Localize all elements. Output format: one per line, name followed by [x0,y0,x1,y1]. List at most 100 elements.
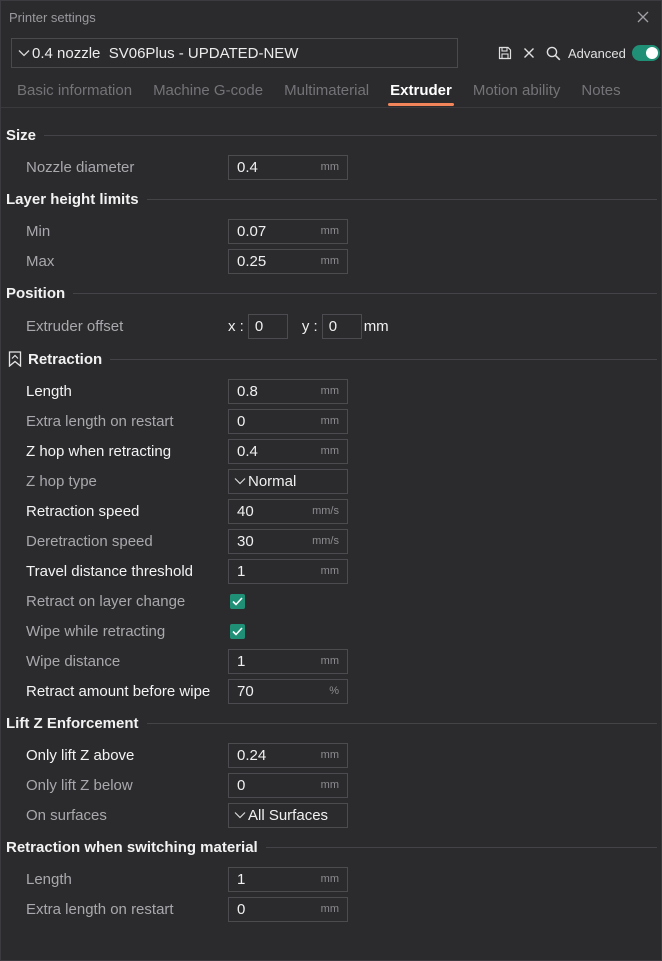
offset-x-input[interactable]: 0 [247,313,288,339]
max-layer-height-input[interactable]: 0.25 mm [228,248,348,274]
field-unit: mm [320,779,339,791]
lift-z-below-input[interactable]: 0 mm [228,772,348,798]
max-label: Max [26,252,55,270]
field-unit: mm/s [312,505,339,517]
preset-dropdown[interactable]: 0.4 nozzle SV06Plus - UPDATED-NEW [11,38,458,68]
z-hop-label: Z hop when retracting [26,442,172,460]
printer-settings-window: Printer settings 0.4 nozzle SV06Plus - U… [0,0,662,961]
extruder-offset-label: Extruder offset [26,317,124,335]
field-unit: mm [320,655,339,667]
min-layer-height-input[interactable]: 0.07 mm [228,218,348,244]
row-travel-distance-threshold: Travel distance threshold 1 mm [1,556,661,586]
section-retraction-switching-material: Retraction when switching material [1,830,661,864]
deretraction-speed-label: Deretraction speed [26,532,153,550]
row-max-layer-height: Max 0.25 mm [1,246,661,276]
switch-length-label: Length [26,870,72,888]
tab-basic-information[interactable]: Basic information [17,73,132,99]
nozzle-diameter-label: Nozzle diameter [26,158,135,176]
on-surfaces-label: On surfaces [26,806,107,824]
row-wipe-distance: Wipe distance 1 mm [1,646,661,676]
switch-length-input[interactable]: 1 mm [228,866,348,892]
chevron-down-icon [234,477,246,485]
retraction-length-label: Length [26,382,72,400]
field-unit: mm [320,415,339,427]
extra-length-label: Extra length on restart [26,412,174,430]
field-unit: mm [320,225,339,237]
wipe-distance-input[interactable]: 1 mm [228,648,348,674]
wipe-distance-label: Wipe distance [26,652,121,670]
field-value: 1 [237,870,246,888]
settings-content: Size Nozzle diameter 0.4 mm Layer height… [1,118,661,924]
bookmark-icon[interactable] [8,351,22,367]
nozzle-diameter-input[interactable]: 0.4 mm [228,154,348,180]
divider [265,846,657,848]
retract-before-wipe-label: Retract amount before wipe [26,682,211,700]
row-z-hop-type: Z hop type Normal [1,466,661,496]
row-retract-on-layer-change: Retract on layer change [1,586,661,616]
tab-machine-gcode[interactable]: Machine G-code [153,73,263,99]
field-value: 0 [237,900,246,918]
field-value: 0.4 [237,442,258,460]
delete-preset-button[interactable] [518,42,540,64]
offset-y-input[interactable]: 0 [321,313,362,339]
extra-length-input[interactable]: 0 mm [228,408,348,434]
checkmark-icon [232,596,243,606]
section-title: Lift Z Enforcement [6,714,139,732]
travel-threshold-label: Travel distance threshold [26,562,194,580]
section-size: Size [1,118,661,152]
retract-layer-change-checkbox[interactable] [230,593,245,609]
min-label: Min [26,222,51,240]
x-label: x : [228,317,244,335]
field-unit: mm [320,161,339,173]
z-hop-type-select[interactable]: Normal [228,468,348,494]
field-value: 0.25 [237,252,267,270]
field-value: 70 [237,682,254,700]
retract-before-wipe-input[interactable]: 70 % [228,678,348,704]
row-min-layer-height: Min 0.07 mm [1,216,661,246]
z-hop-input[interactable]: 0.4 mm [228,438,348,464]
preset-tools: Advanced [494,33,660,73]
field-value: 0 [237,412,246,430]
title-bar: Printer settings [1,1,661,33]
section-retraction: Retraction [1,342,661,376]
field-value: 0 [254,317,264,335]
section-title: Position [6,284,66,302]
travel-threshold-input[interactable]: 1 mm [228,558,348,584]
tab-extruder[interactable]: Extruder [388,73,454,106]
retraction-speed-label: Retraction speed [26,502,140,520]
tab-notes[interactable]: Notes [581,73,620,99]
divider [146,198,657,200]
switch-extra-length-input[interactable]: 0 mm [228,896,348,922]
search-button[interactable] [542,42,564,64]
retraction-speed-input[interactable]: 40 mm/s [228,498,348,524]
field-unit: % [329,685,339,697]
lift-z-below-label: Only lift Z below [26,776,133,794]
field-value: 1 [237,652,246,670]
section-title: Retraction when switching material [6,838,258,856]
tab-motion-ability[interactable]: Motion ability [473,73,561,99]
deretraction-speed-input[interactable]: 30 mm/s [228,528,348,554]
advanced-label: Advanced [568,45,626,61]
retraction-length-input[interactable]: 0.8 mm [228,378,348,404]
row-retract-amount-before-wipe: Retract amount before wipe 70 % [1,676,661,706]
field-unit: mm/s [312,535,339,547]
tab-multimaterial[interactable]: Multimaterial [284,73,369,99]
field-unit: mm [320,445,339,457]
lift-z-above-input[interactable]: 0.24 mm [228,742,348,768]
row-only-lift-z-below: Only lift Z below 0 mm [1,770,661,800]
on-surfaces-select[interactable]: All Surfaces [228,802,348,828]
section-layer-height-limits: Layer height limits [1,182,661,216]
divider [73,292,657,294]
row-retraction-length: Length 0.8 mm [1,376,661,406]
select-value: All Surfaces [248,806,329,824]
row-on-surfaces: On surfaces All Surfaces [1,800,661,830]
field-value: 30 [237,532,254,550]
advanced-toggle[interactable] [631,45,660,61]
row-extruder-offset: Extruder offset x : 0 y : 0 mm [1,310,661,342]
search-icon [546,46,560,60]
select-value: Normal [248,472,297,490]
close-window-button[interactable] [633,7,653,27]
field-value: 0 [328,317,338,335]
wipe-while-retracting-checkbox[interactable] [230,623,245,639]
save-preset-button[interactable] [494,42,516,64]
